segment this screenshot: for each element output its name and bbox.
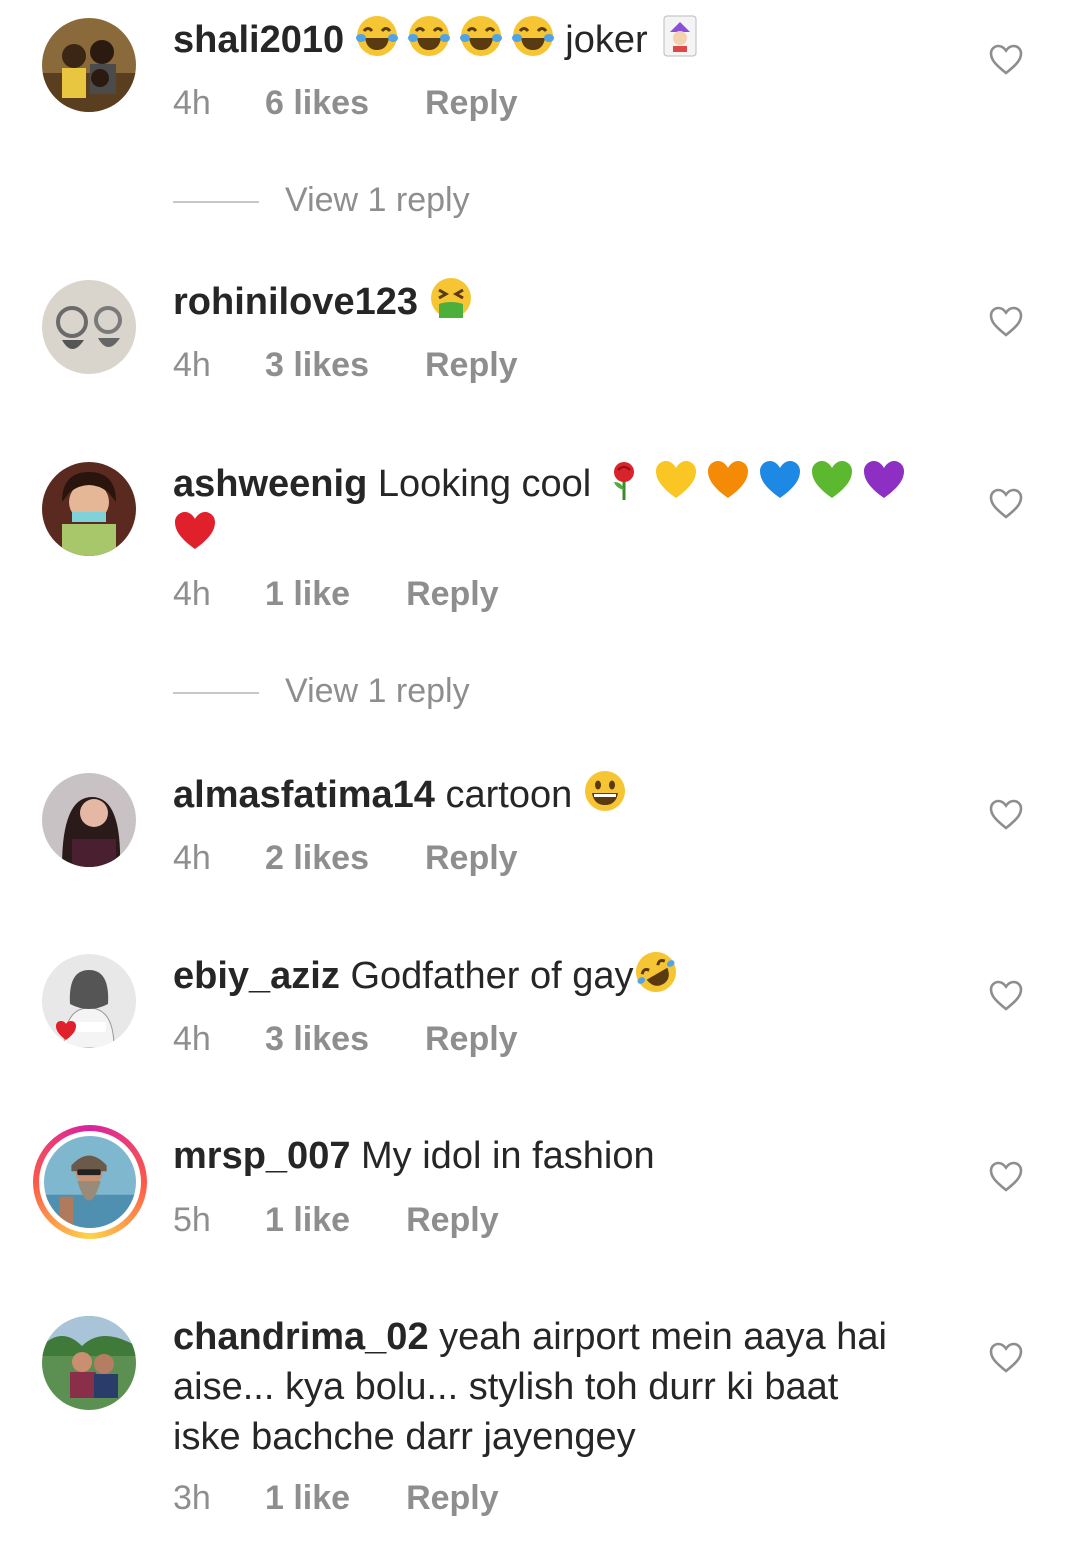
orange-heart-icon <box>706 458 750 502</box>
username[interactable]: rohinilove123 <box>173 281 418 323</box>
comment-text: mrsp_007 My idol in fashion <box>173 1131 963 1181</box>
comment-text: ashweenig Looking cool <box>173 458 963 560</box>
comment-meta: 5h 1 like Reply <box>173 1198 499 1242</box>
tears-of-joy-icon <box>511 14 555 58</box>
vomiting-face-icon <box>429 276 473 320</box>
reply-button[interactable]: Reply <box>406 1198 499 1242</box>
view-replies-label: View 1 reply <box>285 181 470 219</box>
like-heart-icon[interactable] <box>988 1340 1024 1376</box>
reply-thread-divider <box>173 692 259 695</box>
timestamp: 3h <box>173 1479 211 1517</box>
reply-button[interactable]: Reply <box>425 836 518 880</box>
like-count[interactable]: 2 likes <box>265 836 369 880</box>
username[interactable]: ebiy_aziz <box>173 955 340 997</box>
view-replies-link[interactable]: View 1 reply <box>173 178 470 222</box>
username[interactable]: almasfatima14 <box>173 774 435 816</box>
comment-text: almasfatima14 cartoon <box>173 769 963 820</box>
comment-text: chandrima_02 yeah airport mein aaya hai a… <box>173 1312 963 1462</box>
comment-meta: 4h 3 likes Reply <box>173 1017 518 1061</box>
timestamp: 4h <box>173 575 211 613</box>
comment-body: Godfather of gay <box>350 955 634 997</box>
like-heart-icon[interactable] <box>988 42 1024 78</box>
timestamp: 4h <box>173 346 211 384</box>
timestamp: 4h <box>173 839 211 877</box>
like-count[interactable]: 6 likes <box>265 81 369 125</box>
avatar-story-ring[interactable] <box>33 1125 147 1239</box>
comment-body: cartoon <box>445 774 573 816</box>
reply-button[interactable]: Reply <box>425 343 518 387</box>
comment-meta: 3h 1 like Reply <box>173 1476 499 1520</box>
grinning-face-icon <box>583 769 627 813</box>
comment-text: shali2010 joker <box>173 14 963 65</box>
timestamp: 4h <box>173 84 211 122</box>
avatar[interactable] <box>42 280 136 374</box>
red-heart-icon <box>173 509 217 553</box>
view-replies-link[interactable]: View 1 reply <box>173 669 470 713</box>
tears-of-joy-icon <box>355 14 399 58</box>
avatar-ring-gap <box>39 1131 141 1233</box>
comment-body-line-1: yeah airport mein aaya hai <box>439 1316 887 1358</box>
like-heart-icon[interactable] <box>988 978 1024 1014</box>
comment-text: ebiy_aziz Godfather of gay <box>173 950 963 1001</box>
like-heart-icon[interactable] <box>988 304 1024 340</box>
like-heart-icon[interactable] <box>988 797 1024 833</box>
avatar <box>44 1136 136 1228</box>
reply-thread-divider <box>173 201 259 204</box>
avatar[interactable] <box>42 462 136 556</box>
comment-text: rohinilove123 <box>173 276 963 327</box>
comment-body-line-3: iske bachche darr jayengey <box>173 1416 636 1458</box>
like-count[interactable]: 3 likes <box>265 343 369 387</box>
like-count[interactable]: 1 like <box>265 1198 350 1242</box>
rose-icon <box>602 458 646 502</box>
yellow-heart-icon <box>654 458 698 502</box>
blue-heart-icon <box>758 458 802 502</box>
like-heart-icon[interactable] <box>988 486 1024 522</box>
purple-heart-icon <box>862 458 906 502</box>
comment-meta: 4h 3 likes Reply <box>173 343 518 387</box>
like-heart-icon[interactable] <box>988 1159 1024 1195</box>
view-replies-label: View 1 reply <box>285 672 470 710</box>
reply-button[interactable]: Reply <box>406 572 499 616</box>
rolling-on-floor-laughing-icon <box>634 950 678 994</box>
comment-meta: 4h 1 like Reply <box>173 572 499 616</box>
username[interactable]: shali2010 <box>173 19 344 61</box>
avatar[interactable] <box>42 773 136 867</box>
like-count[interactable]: 1 like <box>265 572 350 616</box>
comment-body: Looking cool <box>377 463 592 505</box>
username[interactable]: ashweenig <box>173 463 367 505</box>
comment-body: joker <box>554 19 648 61</box>
reply-button[interactable]: Reply <box>406 1476 499 1520</box>
tears-of-joy-icon <box>407 14 451 58</box>
joker-card-icon <box>658 14 702 58</box>
tears-of-joy-icon <box>459 14 503 58</box>
comment-body: My idol in fashion <box>361 1135 655 1177</box>
green-heart-icon <box>810 458 854 502</box>
avatar[interactable] <box>42 1316 136 1410</box>
username[interactable]: mrsp_007 <box>173 1135 350 1177</box>
username[interactable]: chandrima_02 <box>173 1316 429 1358</box>
reply-button[interactable]: Reply <box>425 81 518 125</box>
avatar[interactable] <box>42 954 136 1048</box>
timestamp: 5h <box>173 1201 211 1239</box>
comment-body-line-2: aise... kya bolu... stylish toh durr ki … <box>173 1366 839 1408</box>
timestamp: 4h <box>173 1020 211 1058</box>
reply-button[interactable]: Reply <box>425 1017 518 1061</box>
like-count[interactable]: 3 likes <box>265 1017 369 1061</box>
avatar[interactable] <box>42 18 136 112</box>
comment-meta: 4h 6 likes Reply <box>173 81 518 125</box>
like-count[interactable]: 1 like <box>265 1476 350 1520</box>
comment-meta: 4h 2 likes Reply <box>173 836 518 880</box>
